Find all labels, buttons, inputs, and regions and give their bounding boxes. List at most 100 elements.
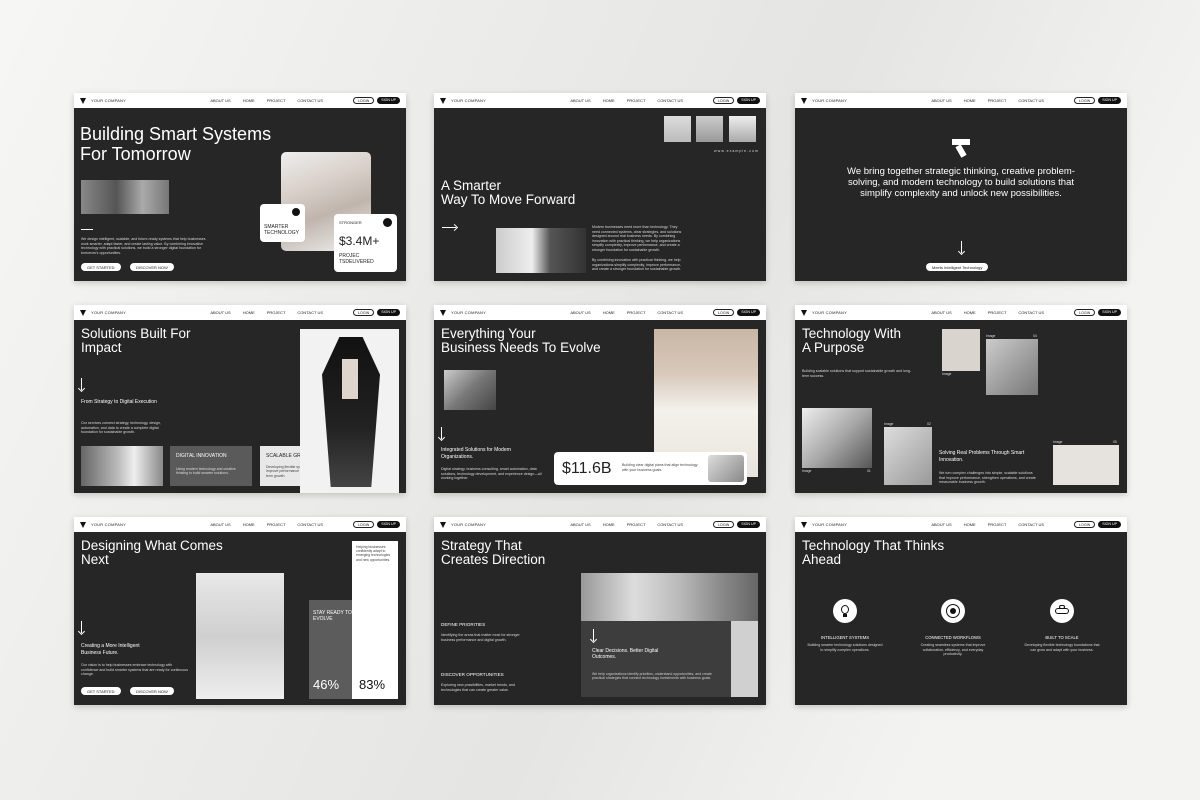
slide-4[interactable]: YOUR COMPANY ABOUT US HOME PROJECT CONTACT U…: [74, 305, 406, 493]
nav-link[interactable]: ABOUT US: [570, 98, 590, 103]
nav-link[interactable]: HOME: [603, 98, 615, 103]
nav-link[interactable]: HOME: [964, 522, 976, 527]
nav-links: ABOUT US HOME PROJECT CONTACT US: [570, 522, 683, 527]
signup-button[interactable]: SIGN UP: [377, 309, 400, 316]
chair-photo: [942, 329, 980, 371]
login-button[interactable]: LOGIN: [353, 521, 375, 528]
nav-link[interactable]: PROJECT: [267, 310, 286, 315]
signup-button[interactable]: SIGN UP: [377, 97, 400, 104]
nav-link[interactable]: CONTACT US: [657, 310, 683, 315]
slide-title: Technology That Thinks Ahead: [802, 538, 945, 567]
get-started-button[interactable]: GET STARTED: [81, 263, 121, 271]
slide-2[interactable]: YOUR COMPANY ABOUT US HOME PROJECT CONTACT U…: [434, 93, 766, 281]
nav-link[interactable]: ABOUT US: [931, 310, 951, 315]
nav-link[interactable]: CONTACT US: [297, 310, 323, 315]
item-body-1: Building smarter technology solutions de…: [807, 643, 883, 652]
subtitle: From Strategy to Digital Execution: [81, 399, 157, 405]
login-button[interactable]: LOGIN: [1074, 309, 1096, 316]
nav-link[interactable]: PROJECT: [988, 522, 1007, 527]
nav-link[interactable]: CONTACT US: [1018, 98, 1044, 103]
slide-9[interactable]: YOUR COMPANY ABOUT US HOME PROJECT CONTACT U…: [795, 517, 1127, 705]
login-button[interactable]: LOGIN: [353, 97, 375, 104]
slide-7[interactable]: YOUR COMPANY ABOUT US HOME PROJECT CONTACT U…: [74, 517, 406, 705]
nav-link[interactable]: CONTACT US: [297, 522, 323, 527]
nav-link[interactable]: HOME: [964, 98, 976, 103]
discover-now-button[interactable]: DISCOVER NOW: [130, 687, 174, 695]
nav-link[interactable]: HOME: [603, 310, 615, 315]
decision-box: Clear Decisions. Better Digital Outcomes…: [581, 621, 731, 697]
lightbulb-icon: [833, 599, 857, 623]
side-panel: Helping businesses confidently adapt to …: [352, 541, 398, 699]
signup-button[interactable]: SIGN UP: [737, 97, 760, 104]
meets-tech-button[interactable]: Meets Intelligent Technology: [926, 263, 989, 271]
leaf-icon: [292, 208, 300, 216]
card-text: SMARTER TECHNOLOGY: [264, 224, 300, 236]
priorities-text: Identifying the areas that matter most f…: [441, 633, 520, 642]
slide-8[interactable]: YOUR COMPANY ABOUT US HOME PROJECT CONTACT U…: [434, 517, 766, 705]
item-title-2: CONNECTED WORKFLOWS: [925, 635, 981, 640]
nav-link[interactable]: ABOUT US: [931, 522, 951, 527]
login-button[interactable]: LOGIN: [713, 309, 735, 316]
nav-link[interactable]: ABOUT US: [210, 522, 230, 527]
arrow-down-icon: [81, 621, 82, 633]
nav-link[interactable]: HOME: [603, 522, 615, 527]
portrait-image: [81, 180, 169, 214]
body-text-2: By combining innovation with practical t…: [592, 258, 682, 272]
arm-photo: [444, 370, 496, 410]
login-button[interactable]: LOGIN: [1074, 521, 1096, 528]
signup-button[interactable]: SIGN UP: [737, 309, 760, 316]
item-body-2: Creating seamless systems that improve c…: [920, 643, 986, 657]
get-started-button[interactable]: GET STARTED: [81, 687, 121, 695]
nav-links: ABOUT US HOME PROJECT CONTACT US: [931, 98, 1044, 103]
nav-link[interactable]: ABOUT US: [570, 522, 590, 527]
nav-link[interactable]: ABOUT US: [570, 310, 590, 315]
signup-button[interactable]: SIGN UP: [377, 521, 400, 528]
signup-button[interactable]: SIGN UP: [1098, 309, 1121, 316]
nav-link[interactable]: HOME: [243, 522, 255, 527]
brand-logo-icon: [80, 521, 87, 528]
login-button[interactable]: LOGIN: [353, 309, 375, 316]
brand-logo-icon: [80, 309, 87, 316]
nav-link[interactable]: CONTACT US: [1018, 310, 1044, 315]
login-button[interactable]: LOGIN: [713, 521, 735, 528]
percent-1: 46%: [313, 677, 340, 692]
nav-link[interactable]: HOME: [964, 310, 976, 315]
nav-link[interactable]: HOME: [243, 310, 255, 315]
nav-link[interactable]: PROJECT: [267, 522, 286, 527]
nav-link[interactable]: PROJECT: [627, 310, 646, 315]
image-tag: Image: [986, 334, 996, 338]
login-button[interactable]: LOGIN: [713, 97, 735, 104]
nav-link[interactable]: PROJECT: [627, 522, 646, 527]
chair-photo-2: [1053, 445, 1119, 485]
nav-link[interactable]: PROJECT: [988, 310, 1007, 315]
box-title: DIGITAL INNOVATION: [176, 453, 227, 459]
priorities-heading: DEFINE PRIORITIES: [441, 622, 486, 627]
nav-link[interactable]: PROJECT: [267, 98, 286, 103]
slide-3[interactable]: YOUR COMPANY ABOUT US HOME PROJECT CONTACT U…: [795, 93, 1127, 281]
nav-link[interactable]: CONTACT US: [657, 98, 683, 103]
nav-link[interactable]: ABOUT US: [210, 98, 230, 103]
signup-button[interactable]: SIGN UP: [1098, 521, 1121, 528]
slide-6[interactable]: YOUR COMPANY ABOUT US HOME PROJECT CONTACT U…: [795, 305, 1127, 493]
nav-link[interactable]: CONTACT US: [1018, 522, 1044, 527]
seated-person-photo: [496, 228, 586, 273]
arrow-down-icon: [81, 378, 82, 390]
nav-link[interactable]: PROJECT: [988, 98, 1007, 103]
slide-1[interactable]: YOUR COMPANY ABOUT US HOME PROJECT CONTACT U…: [74, 93, 406, 281]
slide-5[interactable]: YOUR COMPANY ABOUT US HOME PROJECT CONTACT U…: [434, 305, 766, 493]
signup-button[interactable]: SIGN UP: [1098, 97, 1121, 104]
slide-title: Technology With A Purpose: [802, 326, 902, 355]
subtitle: Solving Real Problems Through Smart Inno…: [939, 450, 1025, 463]
signup-button[interactable]: SIGN UP: [737, 521, 760, 528]
nav-link[interactable]: HOME: [243, 98, 255, 103]
nav-buttons: LOGIN SIGN UP: [713, 309, 760, 316]
nav-link[interactable]: CONTACT US: [297, 98, 323, 103]
nav-link[interactable]: ABOUT US: [931, 98, 951, 103]
discover-now-button[interactable]: DISCOVER NOW: [130, 263, 174, 271]
nav-link[interactable]: PROJECT: [627, 98, 646, 103]
nav-bar: YOUR COMPANY ABOUT US HOME PROJECT CONTACT U…: [795, 93, 1127, 108]
nav-link[interactable]: CONTACT US: [657, 522, 683, 527]
slide-title: Solutions Built For Impact: [81, 326, 191, 355]
nav-link[interactable]: ABOUT US: [210, 310, 230, 315]
login-button[interactable]: LOGIN: [1074, 97, 1096, 104]
